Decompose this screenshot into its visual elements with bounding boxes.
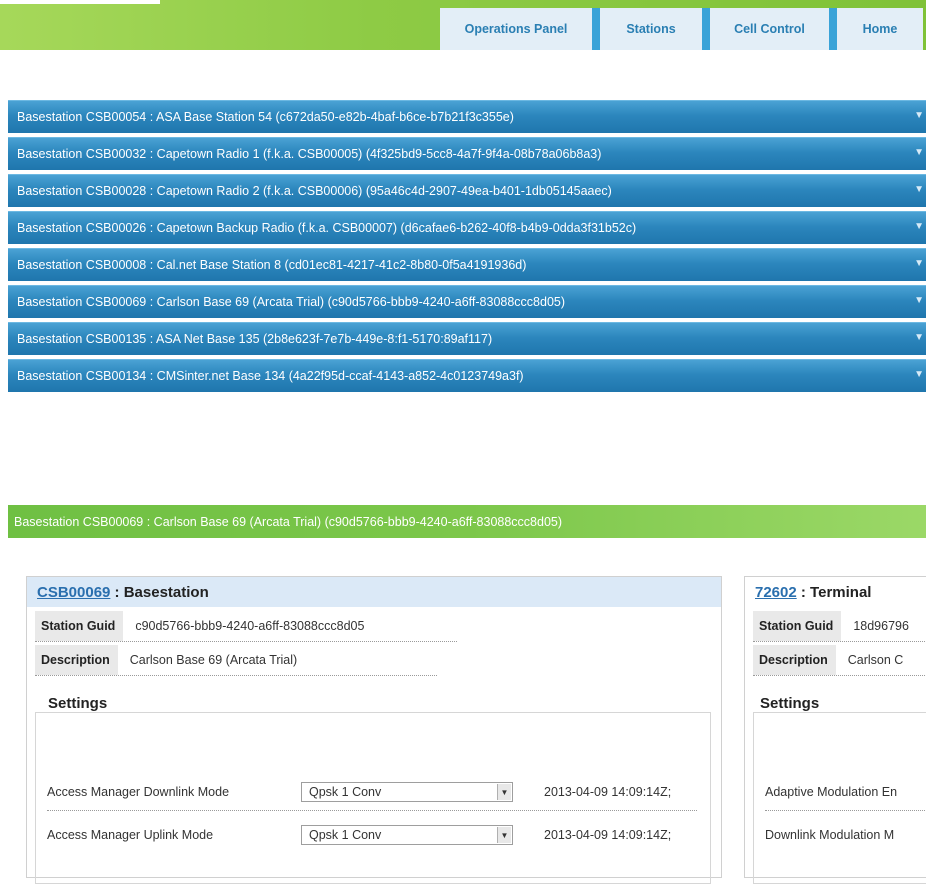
basestation-row-csb00026[interactable]: Basestation CSB00026 : Capetown Backup R… [8,211,926,244]
panel-title: CSB00069 : Basestation [27,577,721,607]
setting-timestamp: 2013-04-09 14:09:14Z; [544,785,672,799]
terminal-setting-row-adaptive-modulation: Adaptive Modulation En [765,774,926,811]
banner-edge [0,0,160,4]
basestation-row-csb00008[interactable]: Basestation CSB00008 : Cal.net Base Stat… [8,248,926,281]
select-value: Qpsk 1 Conv [309,828,382,842]
basestation-row-csb00135[interactable]: Basestation CSB00135 : ASA Net Base 135 … [8,322,926,355]
chevron-down-icon[interactable]: ▼ [914,147,924,158]
description-label: Description [35,645,118,675]
station-guid-label: Station Guid [35,611,124,641]
station-id-link[interactable]: CSB00069 [37,584,110,601]
basestation-row-label: Basestation CSB00134 : CMSinter.net Base… [17,369,524,383]
basestation-row-label: Basestation CSB00026 : Capetown Backup R… [17,221,637,235]
description-row: Description Carlson Base 69 (Arcata Tria… [35,645,437,676]
chevron-down-icon[interactable]: ▼ [914,110,924,121]
terminal-guid-row: Station Guid 18d96796 [753,611,926,642]
setting-label: Downlink Modulation M [765,828,895,842]
chevron-down-icon[interactable]: ▼ [914,258,924,269]
tab-cell-control[interactable]: Cell Control [710,8,837,50]
main-nav-tabs: Operations Panel Stations Cell Control H… [440,8,923,50]
terminal-description-row: Description Carlson C [753,645,926,676]
dropdown-arrow-icon[interactable]: ▼ [497,784,511,800]
description-value: Carlson Base 69 (Arcata Trial) [129,653,298,667]
basestation-row-label: Basestation CSB00069 : Carlson Base 69 (… [17,295,566,309]
downlink-mode-select[interactable]: Qpsk 1 Conv ▼ [301,782,513,802]
uplink-mode-select[interactable]: Qpsk 1 Conv ▼ [301,825,513,845]
open-basestation-header[interactable]: Basestation CSB00069 : Carlson Base 69 (… [8,505,926,538]
basestation-row-label: Basestation CSB00135 : ASA Net Base 135 … [17,332,493,346]
basestation-accordion: Basestation CSB00054 : ASA Base Station … [8,100,926,396]
setting-row-uplink-mode: Access Manager Uplink Mode Qpsk 1 Conv ▼… [47,817,697,853]
basestation-panel: CSB00069 : Basestation Station Guid c90d… [26,576,722,884]
top-banner: Operations Panel Stations Cell Control H… [0,0,926,50]
station-guid-row: Station Guid c90d5766-bbb9-4240-a6ff-830… [35,611,457,642]
chevron-down-icon[interactable]: ▼ [914,184,924,195]
setting-label: Access Manager Downlink Mode [47,785,230,799]
terminal-id-link[interactable]: 72602 [755,584,797,601]
select-value: Qpsk 1 Conv [309,785,382,799]
terminal-guid-value: 18d96796 [853,619,909,633]
chevron-down-icon[interactable]: ▼ [914,369,924,380]
basestation-row-label: Basestation CSB00032 : Capetown Radio 1 … [17,147,602,161]
basestation-row-label: Basestation CSB00028 : Capetown Radio 2 … [17,184,612,198]
setting-timestamp: 2013-04-09 14:09:14Z; [544,828,672,842]
basestation-row-csb00028[interactable]: Basestation CSB00028 : Capetown Radio 2 … [8,174,926,207]
chevron-down-icon[interactable]: ▼ [914,295,924,306]
basestation-row-csb00054[interactable]: Basestation CSB00054 : ASA Base Station … [8,100,926,133]
station-type-label: : Basestation [110,583,209,601]
panel-title: 72602 : Terminal [745,577,926,607]
open-basestation-label: Basestation CSB00069 : Carlson Base 69 (… [14,514,563,529]
dropdown-arrow-icon[interactable]: ▼ [497,827,511,843]
terminal-setting-row-downlink-modulation: Downlink Modulation M [765,817,926,853]
terminal-type-label: : Terminal [796,583,872,601]
basestation-row-label: Basestation CSB00008 : Cal.net Base Stat… [17,258,527,272]
chevron-down-icon[interactable]: ▼ [914,221,924,232]
chevron-down-icon[interactable]: ▼ [914,332,924,343]
basestation-row-csb00032[interactable]: Basestation CSB00032 : Capetown Radio 1 … [8,137,926,170]
setting-row-downlink-mode: Access Manager Downlink Mode Qpsk 1 Conv… [47,774,697,811]
settings-legend: Settings [45,695,111,712]
terminal-description-label: Description [753,645,836,675]
tab-operations-panel[interactable]: Operations Panel [440,8,600,50]
tab-home[interactable]: Home [837,8,923,50]
terminal-settings-legend: Settings [757,695,823,712]
setting-label: Adaptive Modulation En [765,785,898,799]
terminal-description-value: Carlson C [847,653,904,667]
basestation-row-csb00069[interactable]: Basestation CSB00069 : Carlson Base 69 (… [8,285,926,318]
terminal-guid-label: Station Guid [753,611,842,641]
setting-label: Access Manager Uplink Mode [47,828,214,842]
terminal-panel: 72602 : Terminal Station Guid 18d96796 D… [744,576,926,884]
basestation-row-label: Basestation CSB00054 : ASA Base Station … [17,110,514,124]
basestation-row-csb00134[interactable]: Basestation CSB00134 : CMSinter.net Base… [8,359,926,392]
tab-stations[interactable]: Stations [600,8,710,50]
station-guid-value: c90d5766-bbb9-4240-a6ff-83088ccc8d05 [135,619,365,633]
